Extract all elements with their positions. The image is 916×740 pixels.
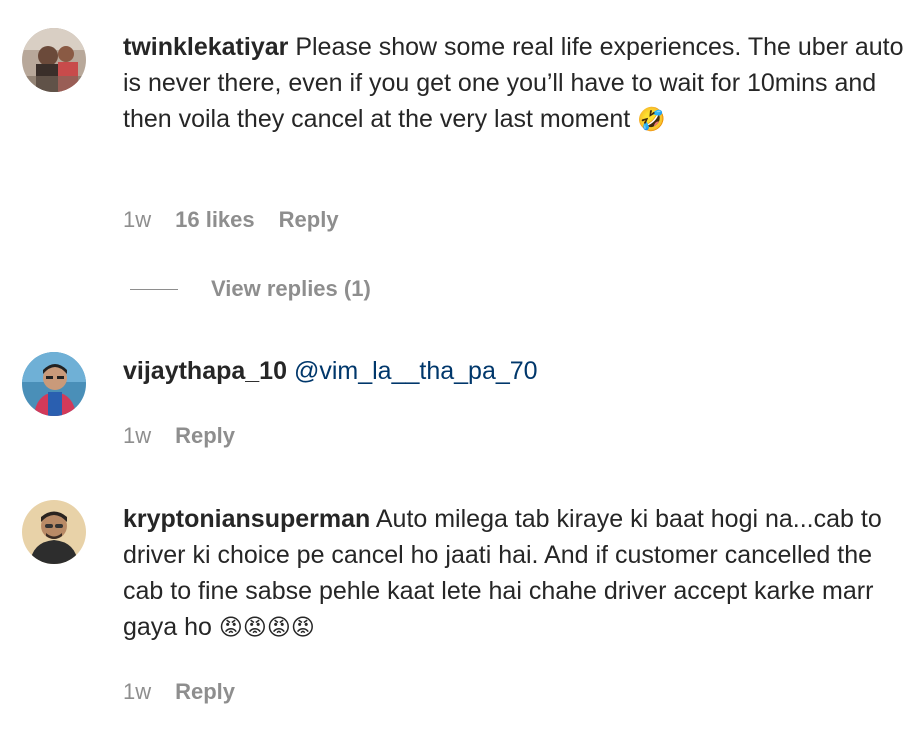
laughing-emoji-icon: 🤣 xyxy=(637,107,666,133)
comment-username[interactable]: vijaythapa_10 xyxy=(123,357,287,385)
comment-text: vijaythapa_10 @vim_la__tha_pa_70 xyxy=(123,353,908,389)
comment-timestamp[interactable]: 1w xyxy=(123,206,151,234)
comment-timestamp[interactable]: 1w xyxy=(123,422,151,450)
mention-link[interactable]: @vim_la__tha_pa_70 xyxy=(294,357,538,385)
comment-likes[interactable]: 16 likes xyxy=(175,206,255,234)
comment-username[interactable]: kryptoniansuperman xyxy=(123,505,370,533)
comment-meta: 1w 16 likes Reply xyxy=(123,206,339,234)
reply-button[interactable]: Reply xyxy=(175,422,235,450)
comment-meta: 1w Reply xyxy=(123,422,235,450)
user-avatar-icon[interactable] xyxy=(22,500,86,564)
comment-timestamp[interactable]: 1w xyxy=(123,678,151,706)
reply-button[interactable]: Reply xyxy=(279,206,339,234)
angry-emoji-icon: 😡😡😡😡 xyxy=(218,615,315,641)
user-avatar-icon[interactable] xyxy=(22,28,86,92)
view-replies-button[interactable]: View replies (1) xyxy=(130,276,371,302)
user-avatar-icon[interactable] xyxy=(22,352,86,416)
view-replies-label: View replies (1) xyxy=(211,276,371,301)
reply-button[interactable]: Reply xyxy=(175,678,235,706)
comment-username[interactable]: twinklekatiyar xyxy=(123,33,288,61)
divider-line xyxy=(130,288,178,290)
comment-text: kryptoniansuperman Auto milega tab kiray… xyxy=(123,501,908,646)
comment-text: twinklekatiyar Please show some real lif… xyxy=(123,29,908,138)
comment-meta: 1w Reply xyxy=(123,678,235,706)
